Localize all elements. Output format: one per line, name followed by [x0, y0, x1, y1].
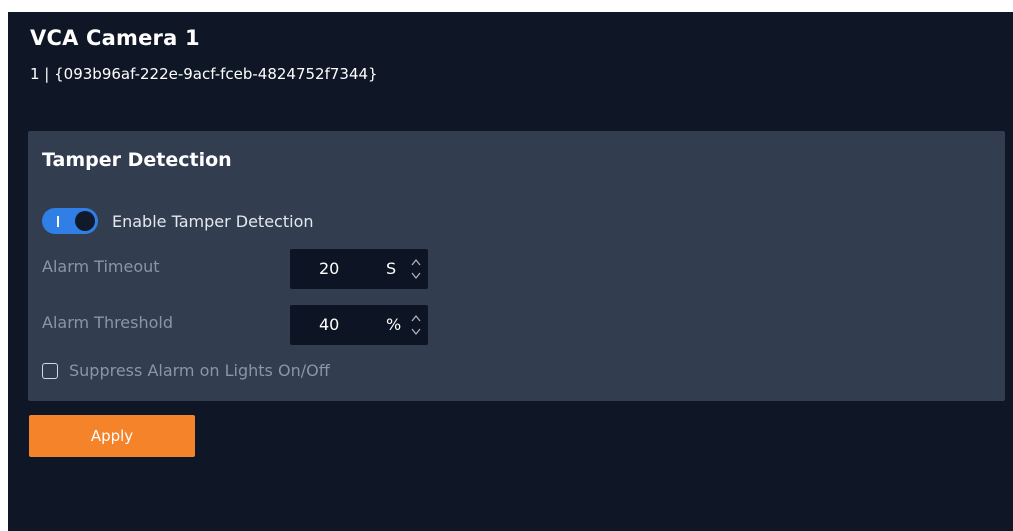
- stepper-arrows-icon[interactable]: [409, 256, 423, 282]
- alarm-timeout-value: 20: [319, 259, 340, 278]
- stepper-arrows-icon[interactable]: [409, 312, 423, 338]
- alarm-threshold-value: 40: [319, 315, 340, 334]
- alarm-threshold-stepper[interactable]: 40 %: [290, 305, 428, 345]
- alarm-timeout-unit: S: [386, 259, 397, 278]
- alarm-timeout-label: Alarm Timeout: [42, 257, 160, 276]
- tamper-detection-panel: Tamper Detection Enable Tamper Detection…: [28, 131, 1005, 401]
- alarm-threshold-label: Alarm Threshold: [42, 313, 174, 332]
- apply-button[interactable]: Apply: [29, 415, 195, 457]
- enable-tamper-row: Enable Tamper Detection: [42, 207, 314, 235]
- page-title: VCA Camera 1: [30, 26, 200, 50]
- camera-settings-window: VCA Camera 1 1 | {093b96af-222e-9acf-fce…: [8, 12, 1013, 531]
- alarm-timeout-stepper[interactable]: 20 S: [290, 249, 428, 289]
- suppress-alarm-checkbox[interactable]: [42, 362, 58, 379]
- toggle-on-indicator-icon: [57, 216, 59, 227]
- enable-tamper-label: Enable Tamper Detection: [112, 211, 314, 231]
- suppress-alarm-label: Suppress Alarm on Lights On/Off: [69, 361, 330, 380]
- camera-id: 1 | {093b96af-222e-9acf-fceb-4824752f734…: [30, 65, 378, 83]
- alarm-threshold-unit: %: [386, 315, 402, 334]
- panel-title: Tamper Detection: [42, 149, 232, 171]
- suppress-alarm-row[interactable]: Suppress Alarm on Lights On/Off: [42, 361, 330, 380]
- toggle-knob: [75, 211, 95, 231]
- enable-tamper-toggle[interactable]: [42, 208, 98, 234]
